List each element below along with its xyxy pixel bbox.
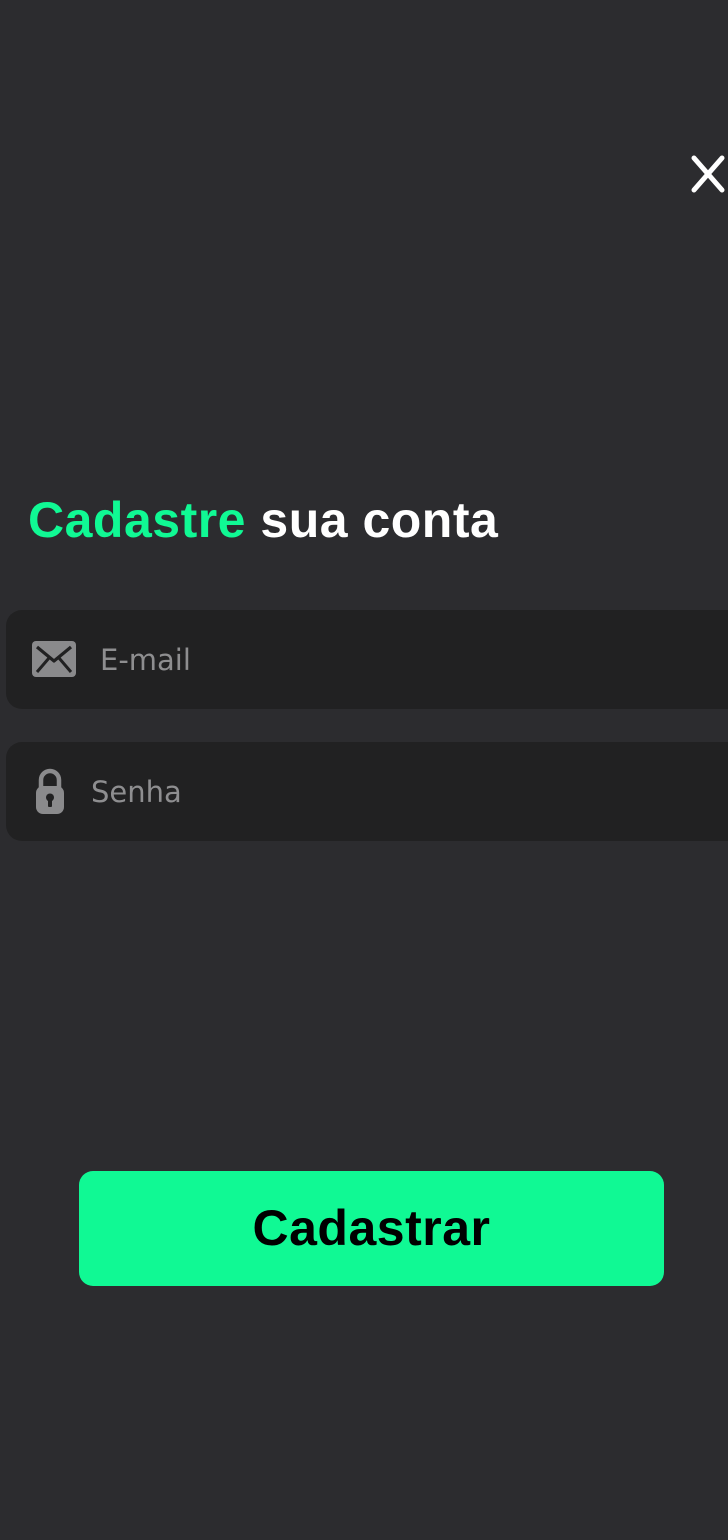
password-input[interactable] bbox=[91, 742, 691, 841]
lock-icon bbox=[36, 768, 64, 814]
close-button[interactable] bbox=[688, 152, 728, 196]
register-button[interactable]: Cadastrar bbox=[79, 1171, 664, 1286]
email-input[interactable] bbox=[100, 610, 700, 709]
title-accent: Cadastre bbox=[28, 492, 246, 548]
email-field[interactable] bbox=[6, 610, 728, 709]
close-icon bbox=[691, 155, 725, 193]
password-field[interactable] bbox=[6, 742, 728, 841]
envelope-icon bbox=[32, 641, 76, 677]
page-title: Cadastre sua conta bbox=[28, 490, 498, 550]
title-rest: sua conta bbox=[260, 492, 499, 548]
